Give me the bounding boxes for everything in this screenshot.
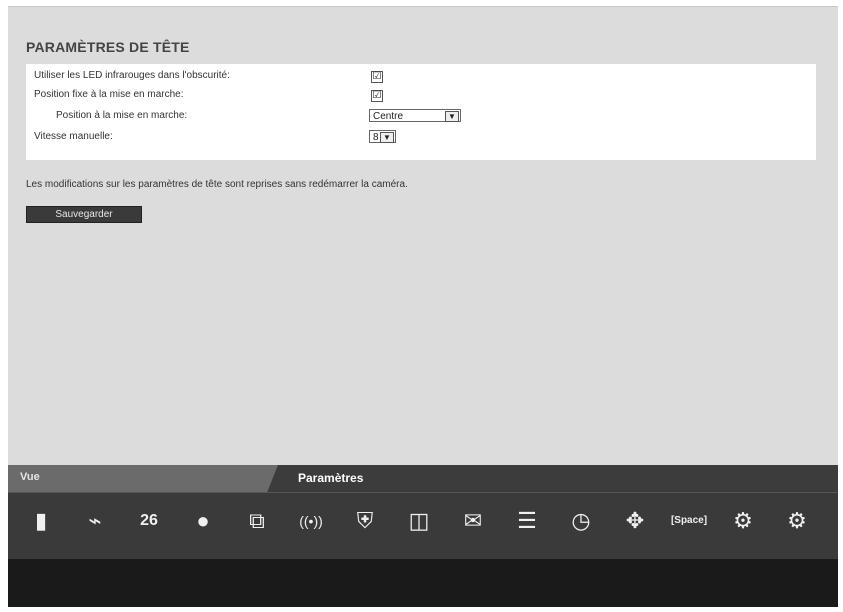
startup-position-label: Position à la mise en marche: [56,110,188,121]
startup-position-value: Centre [373,111,404,122]
web-icon[interactable]: ◫ [394,498,444,544]
user-icon[interactable]: ● [178,498,228,544]
settings-icon-bar: ▮ ⌁ 26 ● ⧉ ((•)) ⛨ ◫ ✉ ☰ ◷ ✥ [Space] ⚙ ⚙ [8,492,838,560]
fixed-position-label: Position fixe à la mise en marche: [34,89,184,100]
tab-vue[interactable]: Vue [8,465,278,492]
tab-bar: Vue Paramètres [8,465,838,492]
bottom-bar [8,559,838,607]
settings-gear-icon[interactable]: ⚙ [718,498,768,544]
fixed-position-checkbox[interactable]: ☑ [371,90,383,102]
infrared-label: Utiliser les LED infrarouges dans l'obsc… [34,70,230,81]
settings-panel: PARAMÈTRES DE TÊTE Utiliser les LED infr… [8,6,838,466]
chevron-down-icon: ▼ [380,132,394,143]
tab-vue-label: Vue [20,471,40,483]
network-icon[interactable]: ⧉ [232,498,282,544]
storage-icon[interactable]: ☰ [502,498,552,544]
info-note: Les modifications sur les paramètres de … [26,179,408,190]
space-icon[interactable]: [Space] [664,498,714,544]
infrared-checkbox[interactable]: ☑ [371,71,383,83]
calendar-icon[interactable]: 26 [124,498,174,544]
startup-position-select[interactable]: Centre ▼ [369,109,461,122]
settings-next-icon[interactable]: ⚙ [772,498,822,544]
manual-speed-select[interactable]: 8 ▼ [369,130,396,143]
manual-speed-value: 8 [373,132,379,143]
page-title: PARAMÈTRES DE TÊTE [26,39,190,55]
app-frame: PARAMÈTRES DE TÊTE Utiliser les LED infr… [8,6,838,607]
chevron-down-icon: ▼ [445,111,459,122]
camera-icon[interactable]: ⌁ [70,498,120,544]
traffic-light-icon[interactable]: ▮ [16,498,66,544]
tab-parametres[interactable]: Paramètres [298,471,363,485]
pan-tilt-icon[interactable]: ✥ [610,498,660,544]
settings-box: Utiliser les LED infrarouges dans l'obsc… [26,64,816,160]
manual-speed-label: Vitesse manuelle: [34,131,113,142]
alarm-clock-icon[interactable]: ◷ [556,498,606,544]
shield-icon[interactable]: ⛨ [340,498,390,544]
wireless-icon[interactable]: ((•)) [286,498,336,544]
save-button[interactable]: Sauvegarder [26,206,142,223]
mail-icon[interactable]: ✉ [448,498,498,544]
